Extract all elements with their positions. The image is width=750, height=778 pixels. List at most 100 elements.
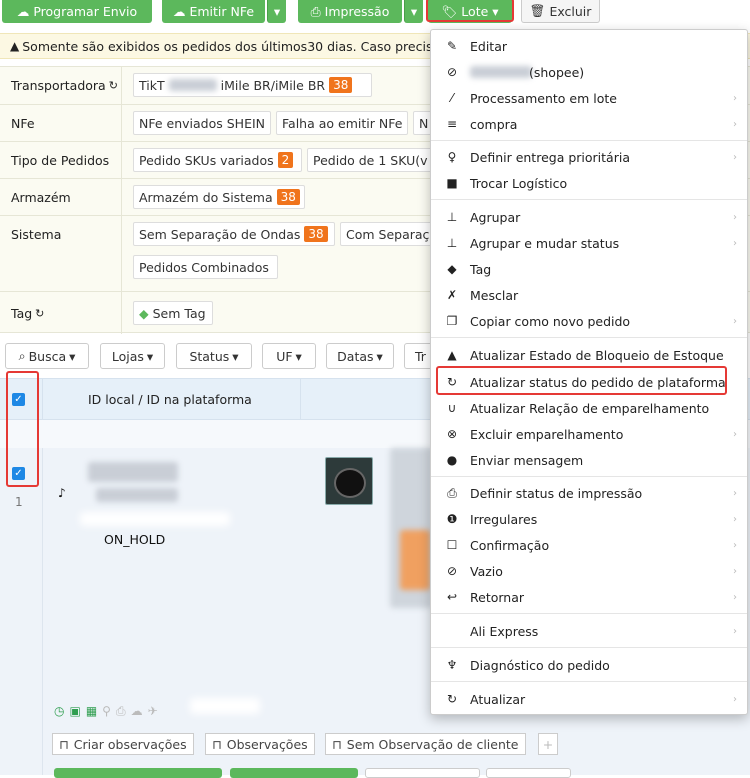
menu-item-relacao-emparelhamento[interactable]: ∪ Atualizar Relação de emparelhamento	[431, 395, 747, 421]
bottom-green-button[interactable]	[54, 768, 222, 778]
chevron-right-icon: ›	[733, 539, 737, 551]
menu-item-agrupar[interactable]: ⊥ Agrupar ›	[431, 204, 747, 230]
programar-envio-button[interactable]: ☁ Programar Envio	[2, 0, 152, 23]
product-image[interactable]	[325, 457, 373, 505]
sem-observacao-button[interactable]: ⊓ Sem Observação de cliente	[325, 733, 526, 755]
caret-down-icon: ▾	[232, 348, 239, 364]
menu-item-diagnostico[interactable]: ♆ Diagnóstico do pedido	[431, 652, 747, 678]
filter-chip[interactable]: Pedido SKUs variados 2	[133, 148, 302, 172]
emitir-nfe-caret-button[interactable]: ▾	[267, 0, 286, 23]
ban-icon: ⊘	[446, 564, 458, 578]
filter-label: Armazém	[11, 190, 71, 205]
menu-item-excluir-emparelhamento[interactable]: ⊗ Excluir emparelhamento ›	[431, 421, 747, 447]
cloud-upload-icon: ☁	[16, 4, 30, 19]
menu-item-status-impressao[interactable]: ⎙ Definir status de impressão ›	[431, 480, 747, 506]
menu-item-editar[interactable]: ✎ Editar	[431, 33, 747, 59]
menu-item-ali-express[interactable]: Ali Express ›	[431, 618, 747, 644]
menu-item-copiar-pedido[interactable]: ❐ Copiar como novo pedido ›	[431, 308, 747, 334]
count-badge: 2	[277, 152, 294, 168]
caret-down-icon: ▾	[69, 348, 76, 364]
square-icon: ☐	[446, 538, 458, 552]
impressao-caret-button[interactable]: ▾	[404, 0, 423, 23]
menu-item-bloqueio-estoque[interactable]: ▲ Atualizar Estado de Bloqueio de Estoqu…	[431, 342, 747, 368]
cloud-upload-icon: ☁	[172, 4, 186, 19]
clock-icon: ◷	[54, 704, 65, 718]
merge-icon: ✗	[446, 288, 458, 302]
filter-chip[interactable]: Sem Separação de Ondas 38	[133, 222, 335, 246]
menu-item-processamento-lote[interactable]: ⁄ Processamento em lote ›	[431, 85, 747, 111]
chevron-right-icon: ›	[733, 591, 737, 603]
menu-item-tag[interactable]: ◆ Tag	[431, 256, 747, 282]
filter-label: Transportadora	[11, 78, 106, 93]
status-dropdown[interactable]: Status ▾	[176, 343, 252, 369]
magnet-icon: ∪	[447, 401, 457, 415]
observacoes-button[interactable]: ⊓ Observações	[205, 733, 315, 755]
filter-chip[interactable]: Pedidos Combinados	[133, 255, 278, 279]
times-circle-icon: ⊗	[446, 427, 458, 441]
lojas-dropdown[interactable]: Lojas ▾	[100, 343, 165, 369]
filter-chip[interactable]: Com Separaç	[340, 222, 433, 246]
chevron-right-icon: ›	[733, 315, 737, 327]
criar-observacoes-button[interactable]: ⊓ Criar observações	[52, 733, 194, 755]
bookmark-icon: ⊓	[332, 736, 342, 752]
menu-item-enviar-mensagem[interactable]: ● Enviar mensagem	[431, 447, 747, 473]
menu-item-retornar[interactable]: ↩ Retornar ›	[431, 584, 747, 610]
toolbar: ☁ Programar Envio ☁ Emitir NFe ▾ ⎙ Impre…	[0, 0, 750, 30]
filter-chip[interactable]: TikT iMile BR/iMile BR 38	[133, 73, 372, 97]
edit-icon: ✎	[446, 39, 458, 53]
uf-dropdown[interactable]: UF ▾	[262, 343, 316, 369]
chevron-right-icon: ›	[733, 487, 737, 499]
menu-item-mesclar[interactable]: ✗ Mesclar	[431, 282, 747, 308]
menu-item-compra[interactable]: ≡ compra ›	[431, 111, 747, 137]
redacted-text	[470, 66, 532, 78]
plane-icon: ✈	[147, 704, 158, 718]
menu-item-irregulares[interactable]: ❶ Irregulares ›	[431, 506, 747, 532]
copy-icon: ❐	[446, 314, 458, 328]
bottom-green-button[interactable]	[230, 768, 358, 778]
print-icon: ⎙	[447, 485, 457, 500]
exclamation-circle-icon: ❶	[446, 512, 458, 526]
chevron-right-icon: ›	[733, 151, 737, 163]
refresh-icon: ↻	[446, 692, 458, 706]
bookmark-icon: ⊓	[59, 736, 69, 752]
sitemap-icon: ⊥	[446, 210, 458, 224]
menu-item-shopee[interactable]: ⊘ (shopee)	[431, 59, 747, 85]
filter-chip[interactable]: NFe enviados SHEIN	[133, 111, 271, 135]
refresh-icon[interactable]: ↻	[35, 307, 44, 320]
status-icons: ◷ ▣ ▦ ⚲ ⎙ ☁ ✈	[54, 704, 158, 719]
redacted-image	[400, 530, 430, 590]
bottom-button[interactable]	[486, 768, 571, 778]
filter-chip[interactable]: ◆ Sem Tag	[133, 301, 213, 325]
caret-down-icon: ▾	[146, 348, 154, 364]
excluir-button[interactable]: 🗑 Excluir	[521, 0, 600, 23]
tag-icon: ◆	[447, 262, 457, 276]
impressao-button[interactable]: ⎙ Impressão	[298, 0, 402, 23]
filter-chip[interactable]: Pedido de 1 SKU(v	[307, 148, 433, 172]
map-marker-icon: ⚲	[102, 704, 111, 718]
menu-item-entrega-prioritaria[interactable]: ♀ Definir entrega prioritária ›	[431, 144, 747, 170]
filter-chip[interactable]: Falha ao emitir NFe	[276, 111, 408, 135]
chevron-right-icon: ›	[733, 428, 737, 440]
busca-dropdown[interactable]: ⌕ Busca ▾	[5, 343, 89, 369]
filter-chip[interactable]: Armazém do Sistema 38	[133, 185, 305, 209]
truck-icon: ■	[446, 176, 458, 190]
menu-item-confirmacao[interactable]: ☐ Confirmação ›	[431, 532, 747, 558]
menu-item-highlight	[436, 366, 727, 395]
refresh-icon[interactable]: ↻	[109, 79, 118, 92]
gift-icon: ▦	[85, 704, 98, 718]
filter-label: NFe	[11, 116, 35, 131]
chevron-right-icon: ›	[733, 565, 737, 577]
emitir-nfe-button[interactable]: ☁ Emitir NFe	[162, 0, 265, 23]
lote-highlight	[426, 0, 514, 22]
chevron-right-icon: ›	[733, 625, 737, 637]
chevron-right-icon: ›	[733, 513, 737, 525]
count-badge: 38	[304, 226, 328, 242]
menu-item-trocar-logistico[interactable]: ■ Trocar Logístico	[431, 170, 747, 196]
menu-item-vazio[interactable]: ⊘ Vazio ›	[431, 558, 747, 584]
menu-item-agrupar-mudar-status[interactable]: ⊥ Agrupar e mudar status ›	[431, 230, 747, 256]
add-observation-button[interactable]: +	[538, 733, 558, 755]
menu-item-atualizar[interactable]: ↻ Atualizar ›	[431, 686, 747, 712]
datas-dropdown[interactable]: Datas ▾	[326, 343, 394, 369]
warning-icon: ▲	[10, 39, 20, 53]
bottom-button[interactable]	[365, 768, 480, 778]
